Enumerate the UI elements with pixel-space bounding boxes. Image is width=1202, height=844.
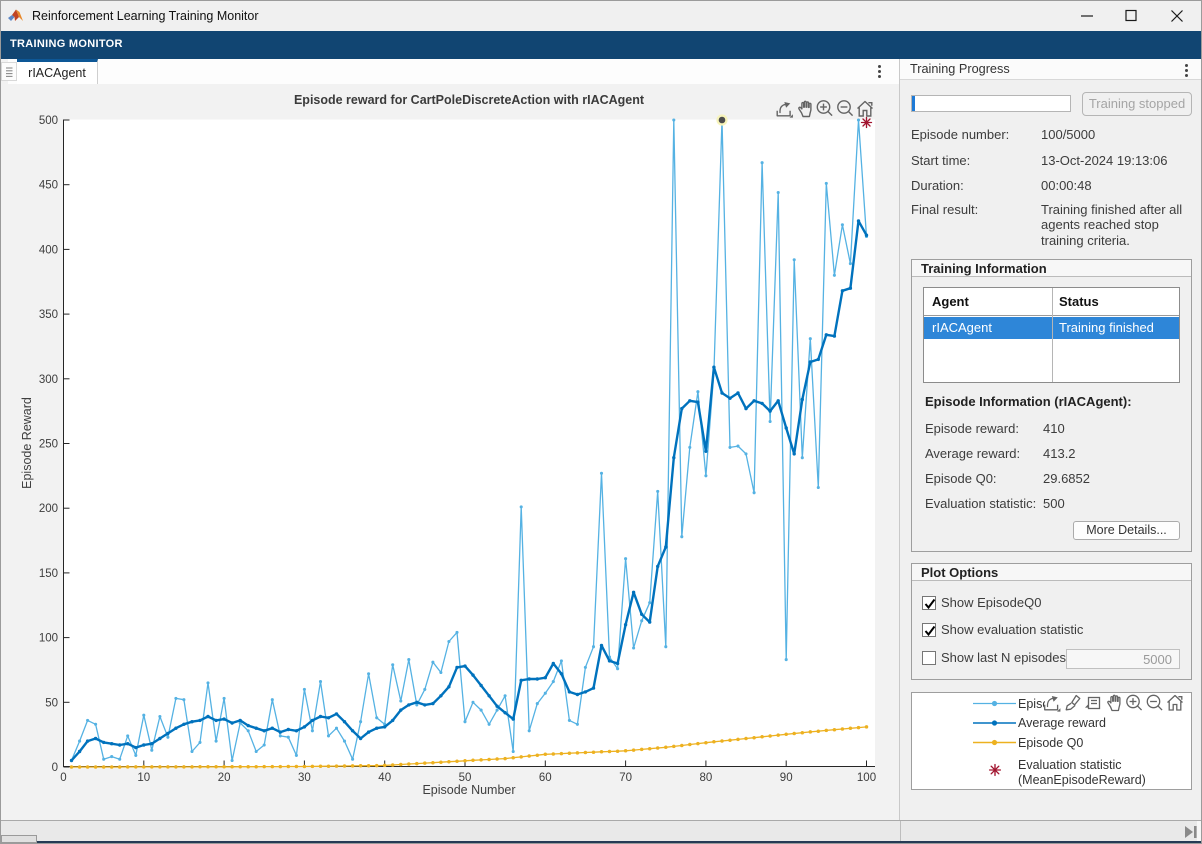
svg-text:Episode Number: Episode Number: [422, 783, 515, 797]
svg-text:0: 0: [52, 762, 58, 774]
svg-text:450: 450: [39, 180, 58, 192]
svg-text:80: 80: [700, 772, 713, 784]
svg-text:60: 60: [539, 772, 552, 784]
svg-text:20: 20: [218, 772, 231, 784]
svg-text:500: 500: [39, 115, 58, 127]
svg-text:40: 40: [378, 772, 391, 784]
svg-text:90: 90: [780, 772, 793, 784]
svg-text:300: 300: [39, 374, 58, 386]
svg-text:50: 50: [45, 697, 58, 709]
svg-text:30: 30: [298, 772, 311, 784]
svg-text:250: 250: [39, 439, 58, 451]
svg-text:100: 100: [39, 633, 58, 645]
svg-text:350: 350: [39, 309, 58, 321]
svg-text:150: 150: [39, 568, 58, 580]
svg-text:70: 70: [619, 772, 632, 784]
svg-text:400: 400: [39, 244, 58, 256]
svg-text:10: 10: [137, 772, 150, 784]
svg-text:100: 100: [857, 772, 876, 784]
svg-text:Episode Reward: Episode Reward: [20, 397, 34, 489]
svg-text:Episode reward for CartPoleDis: Episode reward for CartPoleDiscreteActio…: [294, 93, 645, 107]
svg-text:200: 200: [39, 503, 58, 515]
svg-text:0: 0: [60, 772, 66, 784]
